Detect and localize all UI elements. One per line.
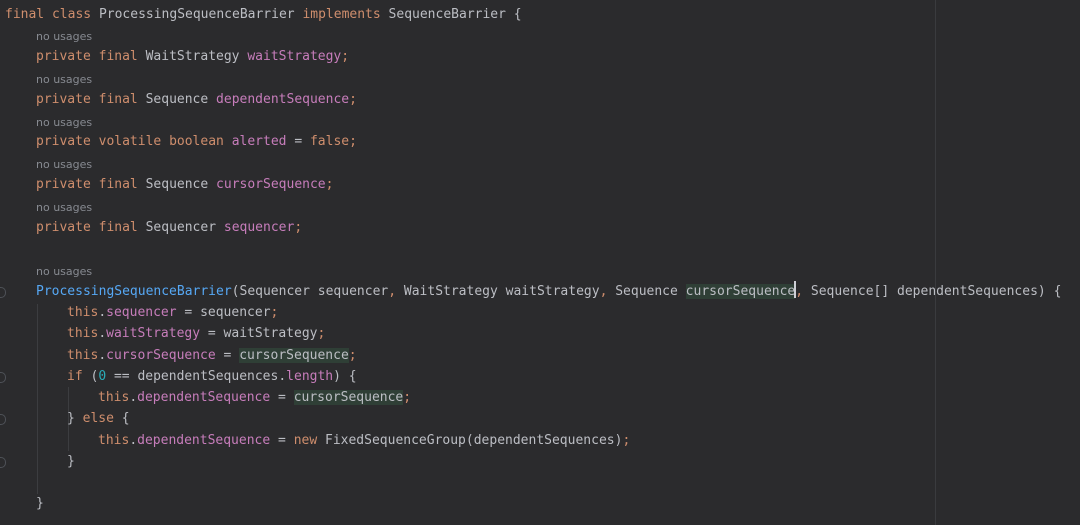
right-margin-guide xyxy=(935,0,936,525)
keyword: this xyxy=(98,390,130,405)
type-name: Sequence[] xyxy=(810,284,890,299)
statement-line[interactable]: this.waitStrategy = waitStrategy; xyxy=(67,323,325,345)
field-name: sequencer xyxy=(106,305,177,320)
class-name: FixedSequenceGroup xyxy=(325,433,466,448)
param-name: dependentSequences xyxy=(137,369,279,384)
param-name: waitStrategy xyxy=(505,284,600,299)
field-name: waitStrategy xyxy=(247,49,342,64)
keyword: private xyxy=(36,49,91,64)
keyword: private xyxy=(36,134,91,149)
constructor-name: ProcessingSequenceBarrier xyxy=(36,284,232,299)
statement-line[interactable]: this.dependentSequence = new FixedSequen… xyxy=(98,430,630,452)
field-name: cursorSequence xyxy=(106,348,216,363)
param-name: dependentSequences xyxy=(473,433,615,448)
keyword: new xyxy=(293,433,318,448)
field-name: waitStrategy xyxy=(106,326,201,341)
closing-brace[interactable]: } xyxy=(67,451,75,473)
keyword: class xyxy=(51,7,92,22)
field-line[interactable]: private final Sequence dependentSequence… xyxy=(36,89,357,111)
field-name: sequencer xyxy=(223,220,295,235)
param-name: sequencer xyxy=(200,305,271,320)
brace: { xyxy=(1053,284,1062,299)
type-name: Sequencer xyxy=(145,220,217,235)
keyword: final xyxy=(98,49,138,64)
keyword: private xyxy=(36,220,91,235)
indent-guide xyxy=(37,304,38,494)
closing-brace[interactable]: } xyxy=(36,493,44,515)
keyword: final xyxy=(98,220,138,235)
keyword: implements xyxy=(302,7,381,22)
operator: = xyxy=(223,348,232,363)
brace: { xyxy=(513,7,522,22)
operator: = xyxy=(207,326,216,341)
keyword: volatile xyxy=(98,134,162,149)
keyword: this xyxy=(67,348,99,363)
type-name: Sequence xyxy=(615,284,678,299)
field-name: dependentSequence xyxy=(137,390,271,405)
if-line[interactable]: if (0 == dependentSequences.length) { xyxy=(67,366,357,388)
usage-hint[interactable]: no usages xyxy=(36,29,92,45)
keyword: boolean xyxy=(169,134,224,149)
statement-line[interactable]: this.cursorSequence = cursorSequence; xyxy=(67,345,357,367)
class-declaration-line[interactable]: final class ProcessingSequenceBarrier im… xyxy=(5,4,522,26)
keyword: else xyxy=(82,411,114,426)
field-name: dependentSequence xyxy=(216,92,350,107)
keyword: final xyxy=(5,7,45,22)
type-name: WaitStrategy xyxy=(403,284,498,299)
keyword: this xyxy=(67,305,99,320)
keyword: this xyxy=(98,433,130,448)
keyword: private xyxy=(36,177,91,192)
field-name: dependentSequence xyxy=(137,433,271,448)
field-line[interactable]: private final Sequence cursorSequence; xyxy=(36,174,333,196)
operator: = xyxy=(278,433,286,448)
field-name: cursorSequence xyxy=(216,177,326,192)
operator: = xyxy=(294,134,303,149)
keyword: final xyxy=(98,177,138,192)
usage-hint[interactable]: no usages xyxy=(36,200,92,216)
code-editor[interactable]: final class ProcessingSequenceBarrier im… xyxy=(0,0,1080,525)
usage-hint[interactable]: no usages xyxy=(36,264,92,280)
field-line[interactable]: private final WaitStrategy waitStrategy; xyxy=(36,46,349,68)
number-literal: 0 xyxy=(98,369,107,384)
type-name: Sequence xyxy=(145,177,209,192)
operator: = xyxy=(278,390,286,405)
param-name-highlighted: cursorSequence xyxy=(293,390,404,405)
keyword: private xyxy=(36,92,91,107)
interface-name: SequenceBarrier xyxy=(388,7,506,22)
param-name-highlighted: cursorSequence xyxy=(685,284,796,299)
usage-hint[interactable]: no usages xyxy=(36,115,92,131)
keyword: this xyxy=(67,326,99,341)
type-name: Sequence xyxy=(145,92,209,107)
type-name: WaitStrategy xyxy=(145,49,240,64)
param-name: waitStrategy xyxy=(223,326,318,341)
fold-marker-icon[interactable] xyxy=(0,372,6,383)
class-name: ProcessingSequenceBarrier xyxy=(98,7,295,22)
type-name: Sequencer xyxy=(239,284,310,299)
field-name: length xyxy=(286,369,334,384)
operator: = xyxy=(184,305,193,320)
literal: false xyxy=(309,134,350,149)
else-line[interactable]: } else { xyxy=(67,408,130,430)
param-name-highlighted: cursorSequence xyxy=(239,348,349,363)
brace: { xyxy=(348,369,357,384)
statement-line[interactable]: this.dependentSequence = cursorSequence; xyxy=(98,387,411,409)
param-name: sequencer xyxy=(317,284,389,299)
param-name: dependentSequences xyxy=(897,284,1038,299)
fold-marker-icon[interactable] xyxy=(0,287,6,298)
field-line[interactable]: private final Sequencer sequencer; xyxy=(36,217,302,239)
field-name: alerted xyxy=(231,134,287,149)
constructor-line[interactable]: ProcessingSequenceBarrier(Sequencer sequ… xyxy=(36,281,1061,303)
keyword: final xyxy=(98,92,138,107)
operator: == xyxy=(113,369,130,384)
statement-line[interactable]: this.sequencer = sequencer; xyxy=(67,302,278,324)
usage-hint[interactable]: no usages xyxy=(36,72,92,88)
fold-marker-icon[interactable] xyxy=(0,414,6,425)
field-line[interactable]: private volatile boolean alerted = false… xyxy=(36,131,357,153)
keyword: if xyxy=(67,369,83,384)
fold-marker-icon[interactable] xyxy=(0,457,6,468)
usage-hint[interactable]: no usages xyxy=(36,157,92,173)
